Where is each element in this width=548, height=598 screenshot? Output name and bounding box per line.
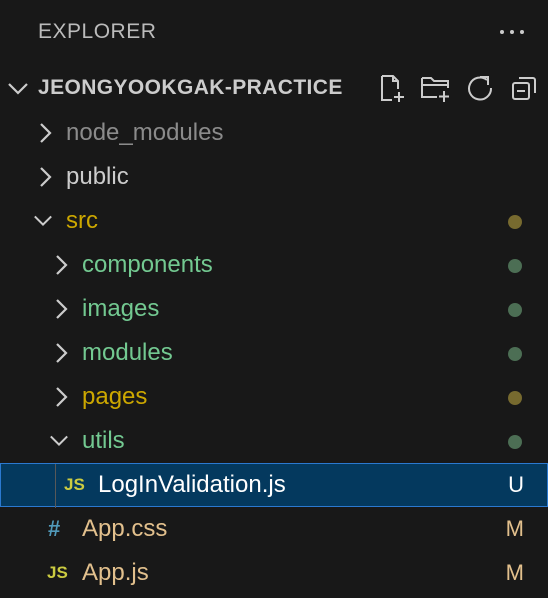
explorer-header: EXPLORER: [0, 0, 548, 62]
javascript-file-icon: JS: [47, 563, 68, 582]
modified-indicator-dot: [508, 391, 522, 405]
explorer-title: EXPLORER: [38, 20, 157, 43]
untracked-badge: U: [508, 472, 524, 497]
tree-item-utils[interactable]: utils: [0, 419, 548, 463]
more-dot: [520, 30, 524, 34]
tree-item-label: App.js: [82, 559, 149, 586]
new-folder-button[interactable]: [420, 72, 452, 104]
tree-item-pages[interactable]: pages: [0, 375, 548, 419]
collapse-all-button[interactable]: [508, 72, 540, 104]
tree-item-label: pages: [82, 383, 148, 410]
more-actions-icon: [500, 30, 504, 34]
untracked-indicator-dot: [508, 435, 522, 449]
untracked-indicator-dot: [508, 347, 522, 361]
chevron-right-icon: [56, 343, 68, 363]
refresh-button[interactable]: [464, 72, 496, 104]
chevron-down-icon: [8, 83, 28, 95]
tree-item-label: images: [82, 295, 160, 322]
tree-item-public[interactable]: public: [0, 155, 548, 199]
chevron-down-icon: [34, 215, 52, 227]
tree-item-login-validation[interactable]: JS LogInValidation.js U: [0, 463, 548, 508]
tree-item-label: LogInValidation.js: [98, 471, 286, 498]
collapse-all-icon: [512, 77, 536, 100]
tree-item-label: utils: [82, 427, 125, 454]
chevron-right-icon: [40, 167, 52, 187]
tree-item-app-js[interactable]: JS App.js M: [0, 551, 548, 595]
tree-item-src[interactable]: src: [0, 199, 548, 243]
tree-item-label: App.css: [82, 515, 168, 542]
css-file-icon: #: [48, 516, 61, 541]
file-tree: node_modules public src components image…: [0, 111, 548, 595]
tree-item-label: public: [66, 163, 129, 190]
tree-item-label: node_modules: [66, 119, 224, 146]
chevron-right-icon: [56, 387, 68, 407]
javascript-file-icon: JS: [64, 475, 85, 494]
untracked-indicator-dot: [508, 259, 522, 273]
modified-indicator-dot: [508, 215, 522, 229]
section-actions: [376, 72, 540, 104]
tree-item-node-modules[interactable]: node_modules: [0, 111, 548, 155]
new-file-icon: [381, 75, 404, 102]
chevron-right-icon: [56, 299, 68, 319]
tree-item-label: src: [66, 207, 98, 234]
project-title: JEONGYOOKGAK-PRACTICE: [38, 76, 343, 99]
tree-item-images[interactable]: images: [0, 287, 548, 331]
new-file-button[interactable]: [376, 72, 408, 104]
refresh-icon: [468, 76, 493, 101]
tree-item-app-css[interactable]: # App.css M: [0, 507, 548, 551]
project-section-header[interactable]: JEONGYOOKGAK-PRACTICE: [0, 66, 548, 110]
more-dot: [510, 30, 514, 34]
tree-item-label: components: [82, 251, 213, 278]
tree-item-components[interactable]: components: [0, 243, 548, 287]
new-folder-icon: [421, 77, 449, 102]
more-actions-button[interactable]: [496, 18, 528, 46]
modified-badge: M: [505, 516, 524, 541]
modified-badge: M: [505, 560, 524, 585]
chevron-right-icon: [40, 123, 52, 143]
indent-guide: [55, 464, 56, 508]
tree-item-modules[interactable]: modules: [0, 331, 548, 375]
chevron-down-icon: [50, 435, 68, 447]
untracked-indicator-dot: [508, 303, 522, 317]
tree-item-label: modules: [82, 339, 173, 366]
chevron-right-icon: [56, 255, 68, 275]
